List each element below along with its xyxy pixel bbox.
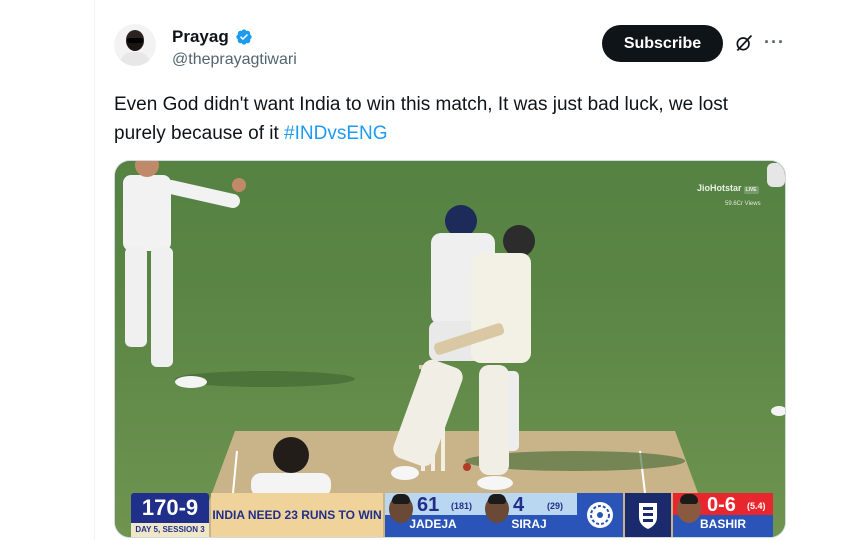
ecb-logo-icon: [625, 493, 671, 537]
session-label: DAY 5, SESSION 3: [131, 523, 209, 537]
batter-name: SIRAJ: [511, 517, 547, 531]
cricket-scene-illustration: [115, 161, 785, 537]
bcci-logo-icon: [577, 493, 623, 537]
bowler-overs: (5.4): [747, 501, 766, 511]
subscribe-button[interactable]: Subscribe: [602, 25, 723, 62]
batter-runs: 61: [417, 494, 440, 516]
bowler-panel: 0-6 (5.4) BASHIR: [673, 493, 773, 537]
author-name[interactable]: Prayag: [172, 27, 229, 47]
target-message: INDIA NEED 23 RUNS TO WIN: [211, 493, 383, 537]
batter-name: JADEJA: [409, 517, 457, 531]
watermark-text: JioHotstar: [697, 183, 742, 193]
bowler-figures: 0-6: [707, 494, 736, 516]
team-score: 170-9: [131, 493, 209, 523]
batter-balls: (29): [547, 501, 564, 511]
batter-panel-2: 4 (29) SIRAJ: [481, 493, 577, 537]
tweet-media-image[interactable]: JioHotstar LIVE 59.6Cr Views 170-9 DAY 5,…: [114, 160, 786, 538]
batter-panel-1: 61 (181) JADEJA: [385, 493, 481, 537]
author-handle[interactable]: @theprayagtiwari: [172, 51, 297, 69]
verified-badge-icon: [236, 29, 252, 45]
tweet-text: Even God didn't want India to win this m…: [114, 90, 774, 148]
tweet-body: Even God didn't want India to win this m…: [114, 94, 729, 144]
broadcaster-watermark: JioHotstar LIVE: [697, 183, 759, 194]
timeline-border: [94, 0, 95, 540]
bowler-name: BASHIR: [699, 517, 746, 531]
more-horizontal-icon[interactable]: ···: [764, 32, 786, 52]
scoreboard: 170-9 DAY 5, SESSION 3 INDIA NEED 23 RUN…: [115, 493, 785, 537]
live-badge: LIVE: [743, 186, 759, 194]
batter-balls: (181): [451, 501, 473, 511]
views-count: 59.6Cr Views: [725, 201, 761, 207]
avatar[interactable]: [114, 24, 156, 66]
batter-runs: 4: [513, 494, 525, 516]
grok-icon[interactable]: [734, 33, 754, 53]
hashtag-link[interactable]: #INDvsENG: [284, 123, 387, 144]
